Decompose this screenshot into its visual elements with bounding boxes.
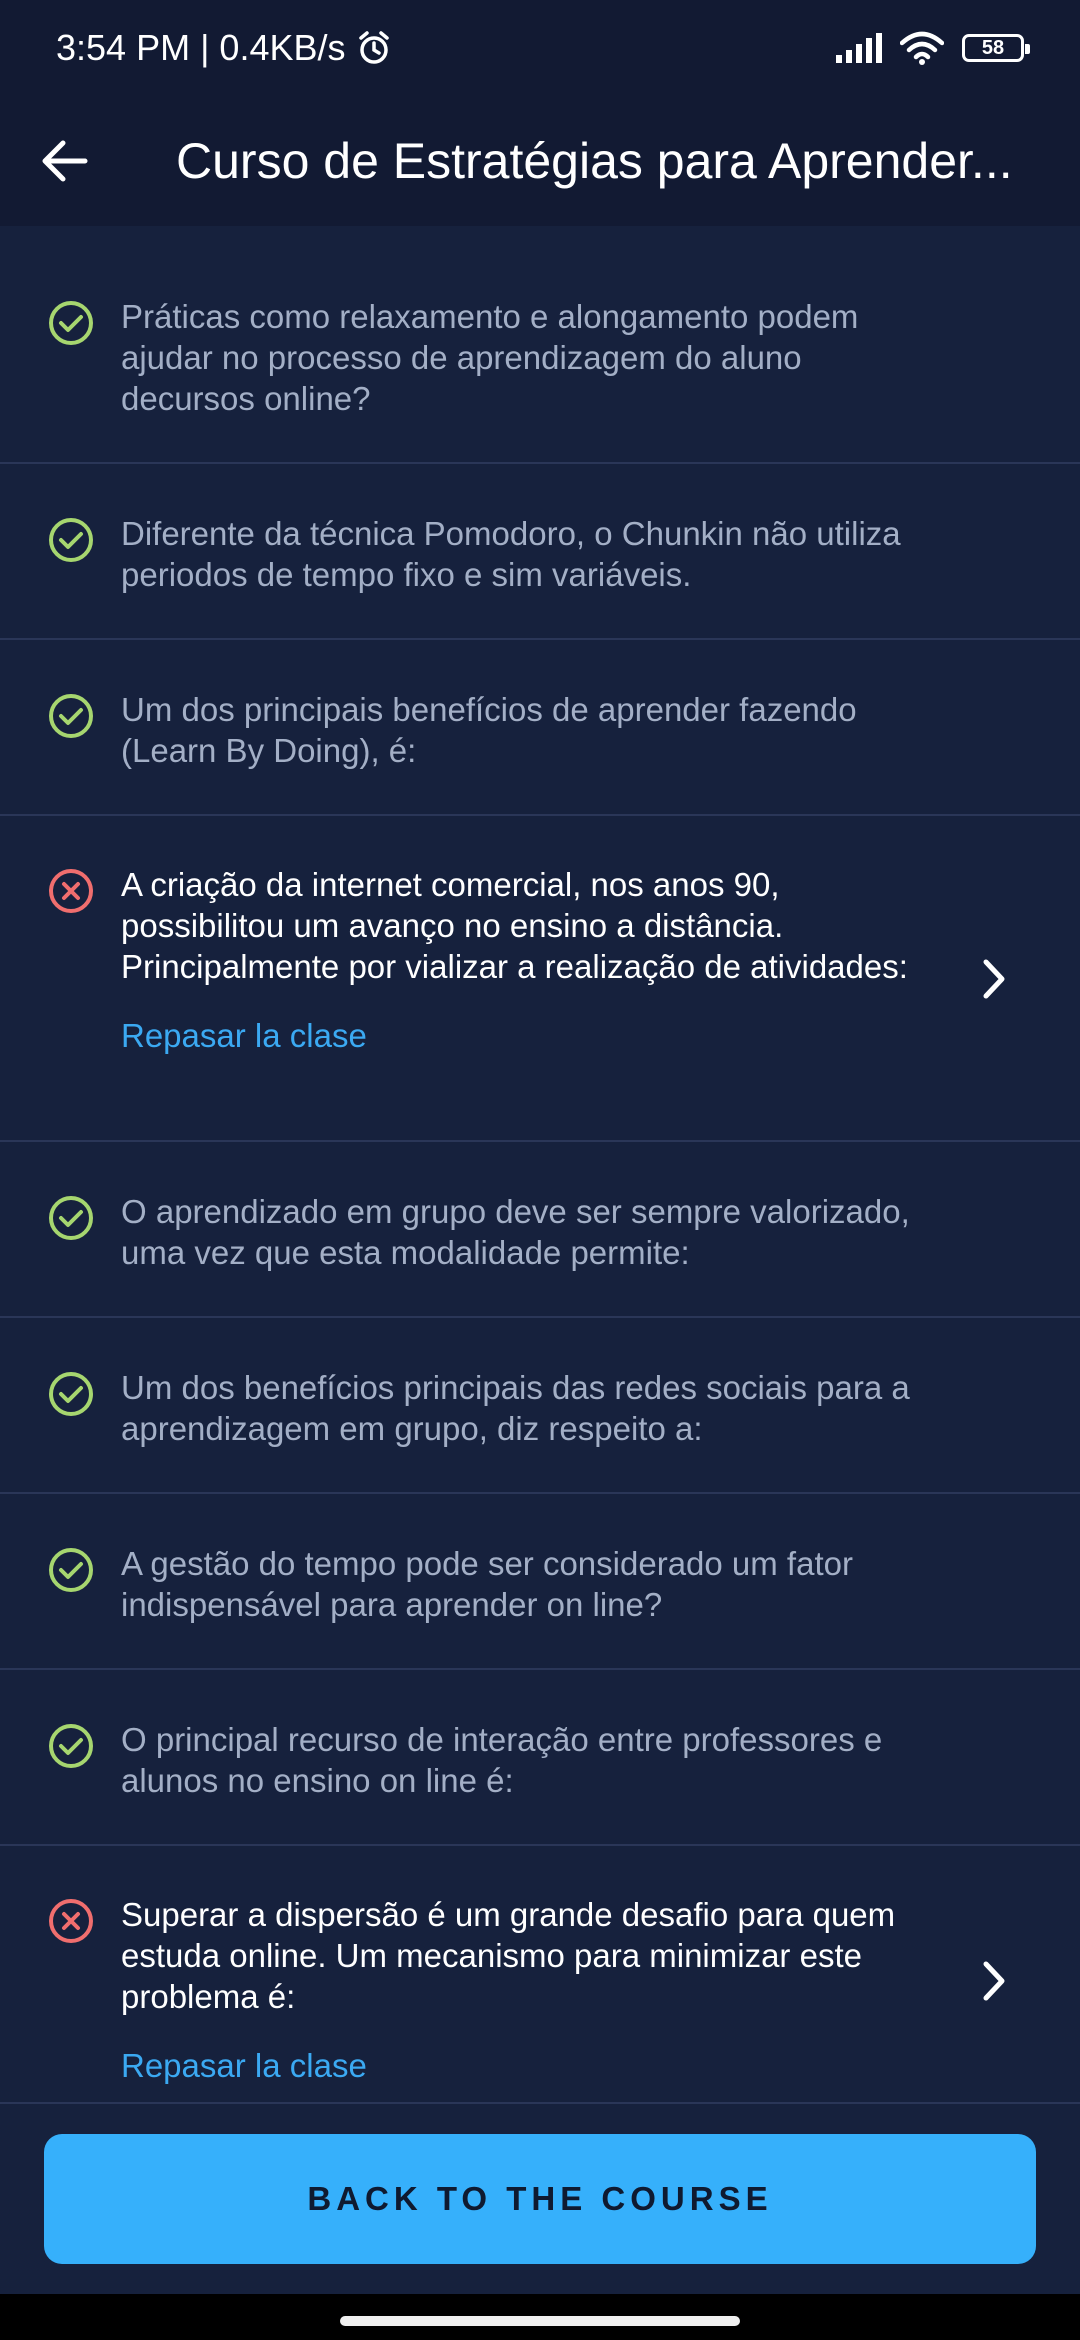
alarm-icon bbox=[358, 31, 389, 64]
chevron-right-icon[interactable] bbox=[974, 1956, 1014, 2006]
question-text: Um dos principais benefícios de aprender… bbox=[121, 691, 857, 769]
page-title: Curso de Estratégias para Aprender... bbox=[176, 133, 1013, 189]
check-circle-icon bbox=[49, 1196, 93, 1240]
chevron-right-icon[interactable] bbox=[974, 954, 1014, 1004]
question-item-incorrect[interactable]: A criação da internet comercial, nos ano… bbox=[0, 816, 1080, 1142]
x-circle-icon bbox=[49, 869, 93, 913]
footer: BACK TO THE COURSE bbox=[0, 2104, 1080, 2294]
question-text: Superar a dispersão é um grande desafio … bbox=[121, 1896, 896, 2015]
check-circle-icon bbox=[49, 1548, 93, 1592]
back-button[interactable] bbox=[0, 96, 130, 226]
check-circle-icon bbox=[49, 1724, 93, 1768]
question-text: A gestão do tempo pode ser considerado u… bbox=[121, 1545, 853, 1623]
check-circle-icon bbox=[49, 694, 93, 738]
question-item: O aprendizado em grupo deve ser sempre v… bbox=[0, 1142, 1080, 1318]
arrow-left-icon bbox=[42, 140, 88, 182]
status-bar: 3:54 PM | 0.4KB/s 58 bbox=[0, 0, 1080, 96]
status-time: 3:54 PM | 0.4KB/s bbox=[56, 27, 346, 68]
question-item-incorrect[interactable]: Superar a dispersão é um grande desafio … bbox=[0, 1846, 1080, 2104]
question-item: A gestão do tempo pode ser considerado u… bbox=[0, 1494, 1080, 1670]
review-lesson-link[interactable]: Repasar la clase bbox=[121, 1015, 921, 1056]
question-text: Práticas como relaxamento e alongamento … bbox=[121, 298, 859, 417]
wifi-icon bbox=[900, 31, 944, 65]
battery-icon: 58 bbox=[962, 34, 1030, 62]
question-item: Práticas como relaxamento e alongamento … bbox=[0, 226, 1080, 464]
question-text: A criação da internet comercial, nos ano… bbox=[121, 866, 908, 985]
back-to-course-button[interactable]: BACK TO THE COURSE bbox=[44, 2134, 1036, 2264]
question-item: O principal recurso de interação entre p… bbox=[0, 1670, 1080, 1846]
signal-icon bbox=[836, 33, 882, 63]
review-lesson-link[interactable]: Repasar la clase bbox=[121, 2045, 921, 2086]
question-text: Diferente da técnica Pomodoro, o Chunkin… bbox=[121, 515, 901, 593]
question-text: O principal recurso de interação entre p… bbox=[121, 1721, 883, 1799]
check-circle-icon bbox=[49, 518, 93, 562]
app-bar: Curso de Estratégias para Aprender... bbox=[0, 96, 1080, 226]
question-item: Um dos principais benefícios de aprender… bbox=[0, 640, 1080, 816]
check-circle-icon bbox=[49, 301, 93, 345]
x-circle-icon bbox=[49, 1899, 93, 1943]
battery-level: 58 bbox=[981, 36, 1005, 59]
system-nav-bar bbox=[0, 2294, 1080, 2340]
question-text: O aprendizado em grupo deve ser sempre v… bbox=[121, 1193, 910, 1271]
check-circle-icon bbox=[49, 1372, 93, 1416]
home-indicator[interactable] bbox=[340, 2316, 740, 2326]
question-text: Um dos benefícios principais das redes s… bbox=[121, 1369, 910, 1447]
question-item: Diferente da técnica Pomodoro, o Chunkin… bbox=[0, 464, 1080, 640]
question-item: Um dos benefícios principais das redes s… bbox=[0, 1318, 1080, 1494]
question-list[interactable]: Práticas como relaxamento e alongamento … bbox=[0, 226, 1080, 2104]
